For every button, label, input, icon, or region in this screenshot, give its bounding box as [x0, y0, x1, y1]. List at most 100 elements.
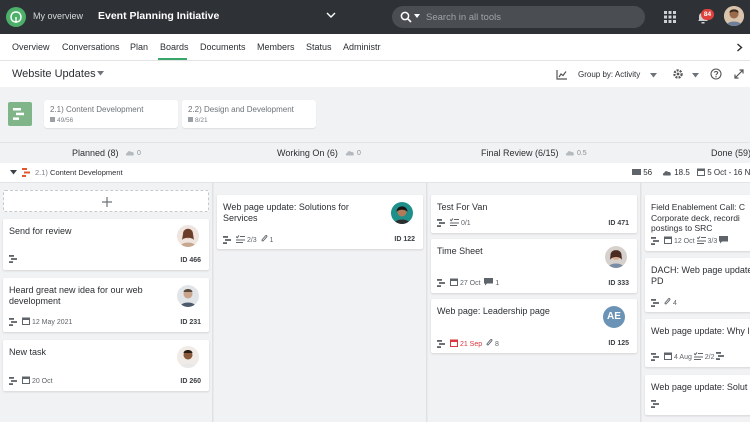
calendar-icon — [22, 317, 30, 325]
task-card-footer: 2/3 1 — [223, 234, 274, 245]
user-avatar[interactable] — [724, 6, 744, 26]
checklist-progress: 0/1 — [460, 220, 471, 227]
cloud-icon — [345, 151, 354, 156]
tab-conversations[interactable]: Conversations — [62, 42, 120, 52]
task-card[interactable]: New task 20 Oct ID 260 — [3, 340, 209, 391]
caret-down-icon[interactable] — [692, 73, 699, 78]
task-due-date-overdue: 21 Sep — [459, 341, 483, 348]
tab-members[interactable]: Members — [257, 42, 295, 52]
swimlane-dates: 5 Oct - 16 N — [697, 168, 750, 177]
column-count: (8) — [107, 148, 119, 158]
column-header-working-on[interactable]: Working On (6) — [277, 148, 338, 158]
collapse-caret-icon[interactable] — [10, 170, 17, 175]
expand-icon[interactable] — [734, 69, 744, 79]
task-card[interactable]: Web page update: Solutions for Services … — [217, 195, 423, 249]
gantt-icon — [651, 237, 659, 246]
task-card-footer: 4 Aug 2/2 — [651, 352, 725, 362]
assignee-avatar[interactable] — [177, 225, 199, 247]
task-id: ID 333 — [608, 280, 629, 287]
chevron-down-icon[interactable] — [326, 11, 336, 19]
cloud-icon — [565, 151, 574, 156]
plus-icon — [102, 197, 112, 207]
task-card-footer: 0/1 — [437, 218, 471, 228]
swimlane-header[interactable]: 2.1) Content Development 56 18.5 5 Oct -… — [0, 163, 750, 183]
comment-icon — [719, 236, 729, 244]
summary-card[interactable]: 2.1) Content Development 49/56 — [44, 100, 178, 128]
task-date: 20 Oct — [31, 378, 53, 385]
tab-overview[interactable]: Overview — [12, 42, 50, 52]
tab-boards[interactable]: Boards — [160, 42, 189, 52]
column-done: Field Enablement Call: C Corporate deck,… — [642, 183, 750, 422]
task-card-title: Field Enablement Call: C Corporate deck,… — [651, 202, 746, 233]
task-card[interactable]: Time Sheet 27 Oct 1 ID 333 — [431, 239, 637, 293]
attachment-count: 4 — [672, 300, 677, 307]
caret-down-icon[interactable] — [414, 14, 420, 18]
attachment-count: 8 — [494, 341, 499, 348]
attachment-count: 1 — [269, 237, 274, 244]
chevron-right-icon[interactable] — [736, 43, 743, 52]
group-by-dropdown[interactable]: Group by: Activity — [578, 70, 640, 79]
summary-bar: 2.1) Content Development 49/56 2.2) Desi… — [0, 87, 750, 143]
task-date: 12 May 2021 — [31, 319, 73, 326]
chart-icon[interactable] — [556, 69, 568, 80]
gantt-icon — [9, 318, 17, 327]
tab-plan[interactable]: Plan — [130, 42, 148, 52]
task-card[interactable]: DACH: Web page update PD 4 — [645, 258, 750, 312]
checklist-icon — [450, 218, 459, 226]
gantt-icon[interactable] — [8, 102, 32, 126]
task-card-title: New task — [9, 347, 47, 357]
assignee-avatar[interactable] — [605, 246, 627, 268]
swimlane-dates-value: 5 Oct - 16 N — [707, 168, 750, 177]
summary-card-label: Design and Development — [204, 105, 294, 114]
summary-card-progress: 49/56 — [50, 117, 73, 124]
task-card[interactable]: Send for review ID 466 — [3, 219, 209, 270]
assignee-avatar[interactable] — [177, 346, 199, 368]
summary-card-progress: 8/21 — [188, 117, 208, 124]
gantt-icon — [437, 219, 445, 228]
assignee-avatar[interactable] — [391, 202, 413, 224]
task-card-footer: 4 — [651, 297, 677, 308]
comment-icon — [484, 278, 494, 286]
assignee-avatar[interactable]: AE — [603, 306, 625, 328]
summary-card-title: 2.2) Design and Development — [188, 105, 294, 114]
task-card[interactable]: Heard great new idea for our web develop… — [3, 278, 209, 332]
task-card-title: Test For Van — [437, 202, 488, 212]
summary-card-label: Content Development — [66, 105, 144, 114]
search-input[interactable]: Search in all tools — [426, 12, 501, 23]
calendar-icon — [697, 168, 705, 176]
column-header-final-review[interactable]: Final Review (6/15) — [481, 148, 559, 158]
apps-grid-icon[interactable] — [664, 11, 676, 23]
task-card[interactable]: Web page update: Why l 4 Aug 2/2 — [645, 319, 750, 367]
tab-status[interactable]: Status — [306, 42, 332, 52]
caret-down-icon[interactable] — [97, 71, 104, 76]
assignee-avatar[interactable] — [177, 285, 199, 307]
tab-administration[interactable]: Administra — [343, 42, 381, 52]
summary-card-progress-value: 49/56 — [57, 117, 74, 124]
paperclip-icon — [664, 298, 671, 305]
my-overview-link[interactable]: My overview — [33, 11, 83, 21]
app-logo-icon[interactable] — [6, 7, 26, 27]
swimlane-effort: 18.5 — [662, 168, 690, 177]
gantt-icon — [223, 236, 231, 245]
column-header-done[interactable]: Done (59) — [711, 148, 750, 158]
help-icon[interactable] — [710, 68, 722, 80]
column-effort: 0 — [345, 149, 361, 157]
task-card[interactable]: Field Enablement Call: C Corporate deck,… — [645, 195, 750, 251]
tab-documents[interactable]: Documents — [200, 42, 246, 52]
column-planned: Send for review ID 466 Heard great new i… — [0, 183, 213, 422]
search-box[interactable]: Search in all tools — [392, 6, 645, 28]
project-title[interactable]: Event Planning Initiative — [98, 10, 219, 22]
task-id: ID 260 — [180, 378, 201, 385]
column-effort-value: 0 — [136, 150, 141, 157]
task-card[interactable]: Web page: Leadership page AE 21 Sep 8 ID… — [431, 299, 637, 353]
gear-icon[interactable] — [672, 68, 684, 80]
task-card-title: Time Sheet — [437, 246, 483, 256]
task-card[interactable]: Web page update: Solut — [645, 375, 750, 415]
caret-down-icon[interactable] — [650, 73, 657, 78]
summary-card[interactable]: 2.2) Design and Development 8/21 — [182, 100, 316, 128]
column-header-planned[interactable]: Planned (8) — [72, 148, 119, 158]
column-effort-value: 0 — [356, 150, 361, 157]
task-card[interactable]: Test For Van 0/1 ID 471 — [431, 195, 637, 233]
add-card-button[interactable] — [3, 190, 209, 212]
board-title[interactable]: Website Updates — [12, 68, 96, 80]
